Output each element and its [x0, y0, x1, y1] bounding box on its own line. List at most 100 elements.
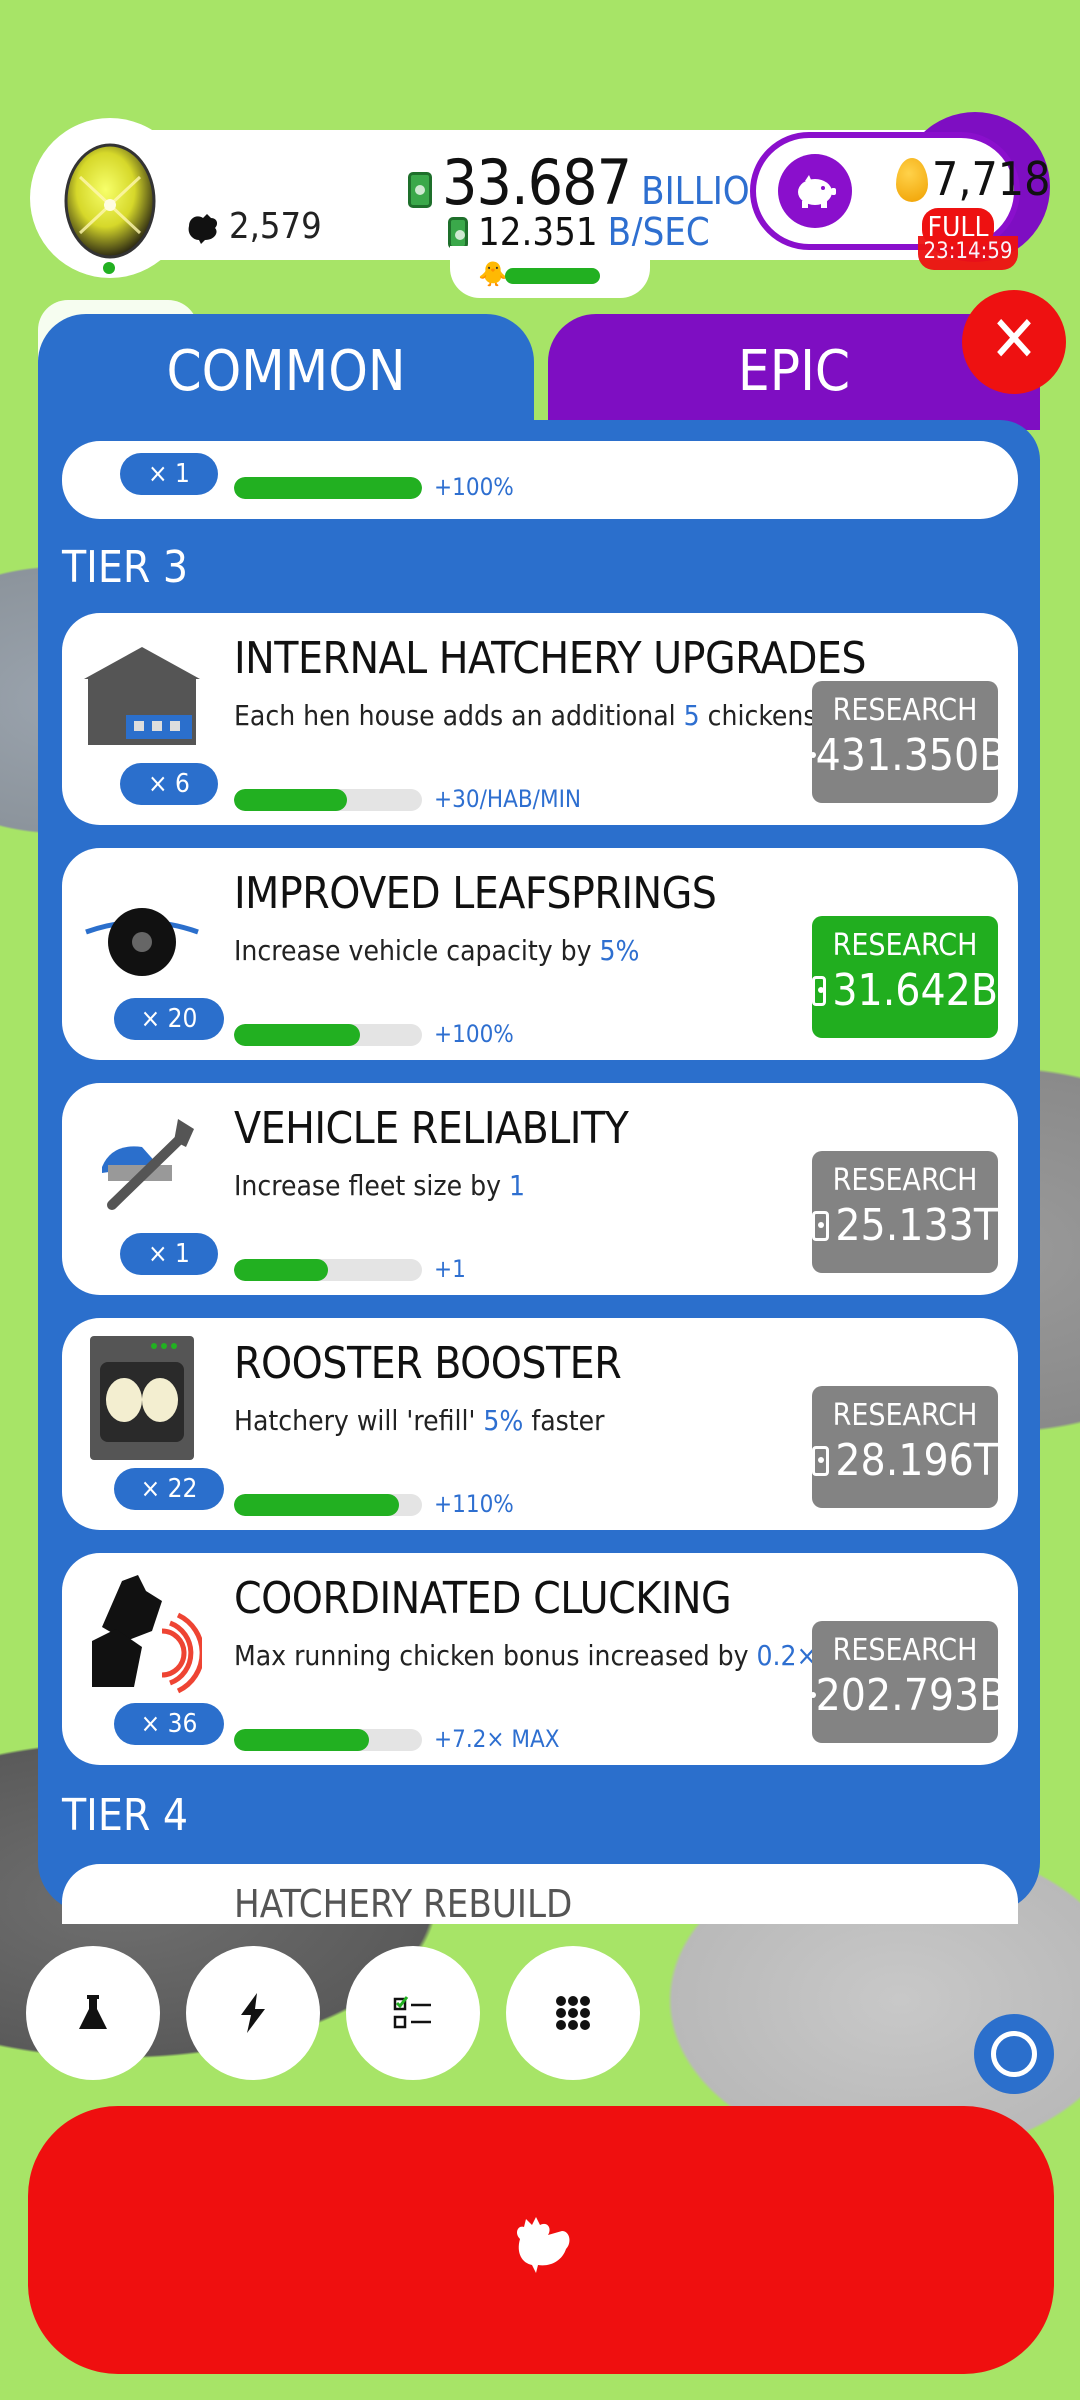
research-card-peek: HATCHERY REBUILD: [62, 1864, 1018, 1924]
research-card: × 22 ROOSTER BOOSTER Hatchery will 'refi…: [62, 1318, 1018, 1530]
golden-egg-icon: [896, 158, 928, 202]
contracts-ring-button[interactable]: [974, 2014, 1054, 2094]
cash-icon: [803, 1680, 816, 1711]
research-button-label: RESEARCH: [832, 693, 978, 728]
progress-bar: [234, 789, 422, 811]
desc-text: Hatchery will 'refill': [234, 1404, 484, 1437]
progress-bar: [234, 1024, 422, 1046]
hatch-chicken-button[interactable]: [28, 2106, 1054, 2374]
research-lab-button[interactable]: [26, 1946, 160, 2080]
research-price: 25.133T: [812, 1200, 998, 1251]
research-price: 31.642B: [812, 965, 998, 1016]
boosts-button[interactable]: [186, 1946, 320, 2080]
hen-house-icon: [82, 637, 202, 747]
bonus-text: +7.2× MAX: [434, 1725, 560, 1753]
desc-text: faster: [523, 1404, 605, 1437]
research-title: HATCHERY REBUILD: [234, 1882, 573, 1924]
desc-text: Each hen house adds an additional: [234, 699, 684, 732]
bonus-text: +100%: [434, 1020, 514, 1048]
research-button-label: RESEARCH: [832, 1633, 978, 1668]
golden-eggs-button[interactable]: 7,718 FULL: [750, 132, 1050, 250]
egg-status-dot: [103, 262, 115, 274]
tier-4-label: TIER 4: [62, 1790, 189, 1841]
tab-common[interactable]: COMMON: [38, 314, 534, 430]
piggy-bank-icon[interactable]: [778, 154, 852, 228]
wrench-truck-icon: [82, 1107, 202, 1217]
multiplier-badge: × 6: [120, 763, 218, 805]
research-title: IMPROVED LEAFSPRINGS: [234, 868, 717, 919]
desc-highlight: 5%: [483, 1404, 524, 1437]
current-egg-button[interactable]: [30, 118, 190, 278]
research-title: VEHICLE RELIABLITY: [234, 1103, 629, 1154]
checklist-icon: [393, 1996, 431, 2029]
desc-highlight: 0.2×: [756, 1639, 818, 1672]
research-button[interactable]: RESEARCH 25.133T: [812, 1151, 998, 1273]
lightning-icon: [241, 1993, 265, 2033]
top-bar: 2,579 33.687 BILLION 12.351 B/SEC 🐥 7,71…: [30, 112, 1050, 298]
research-title: ROOSTER BOOSTER: [234, 1338, 622, 1389]
progress-fill: [234, 789, 347, 811]
research-button-label: RESEARCH: [832, 1398, 978, 1433]
research-description: Max running chicken bonus increased by 0…: [234, 1639, 818, 1672]
cash-icon: [812, 1445, 830, 1476]
chicken-icon: [517, 2217, 570, 2273]
research-button[interactable]: RESEARCH 31.642B: [812, 916, 998, 1038]
bonus-text: +1: [434, 1255, 466, 1283]
desc-text: Max running chicken bonus increased by: [234, 1639, 757, 1672]
leafspring-wheel-icon: [82, 872, 202, 982]
close-button[interactable]: ✕: [962, 290, 1066, 394]
research-card: × 20 IMPROVED LEAFSPRINGS Increase vehic…: [62, 848, 1018, 1060]
missions-button[interactable]: [346, 1946, 480, 2080]
bonus-text: +100%: [434, 473, 514, 501]
research-button-label: RESEARCH: [832, 1163, 978, 1198]
incubator-icon: [82, 1336, 202, 1460]
research-card: × 36 COORDINATED CLUCKING Max running ch…: [62, 1553, 1018, 1765]
research-price: 431.350B: [803, 730, 1006, 781]
menu-grid-button[interactable]: [506, 1946, 640, 2080]
price-value: 431.350B: [815, 730, 1007, 781]
research-button[interactable]: RESEARCH 202.793B: [803, 1621, 1006, 1743]
multiplier-badge: × 1: [120, 1233, 218, 1275]
cash-icon: [448, 217, 468, 249]
flask-icon: [79, 1995, 107, 2029]
progress-fill: [234, 477, 422, 499]
desc-highlight: 5%: [599, 934, 640, 967]
cash-icon: [408, 172, 432, 208]
desc-text: Increase fleet size by: [234, 1169, 510, 1202]
research-button[interactable]: RESEARCH 28.196T: [812, 1386, 998, 1508]
cash-icon: [812, 975, 827, 1006]
chicken-icon: [188, 213, 218, 244]
progress-bar: [234, 1729, 422, 1751]
chick-icon: 🐥: [478, 260, 508, 288]
research-description: Increase vehicle capacity by 5%: [234, 934, 639, 967]
price-value: 202.793B: [815, 1670, 1007, 1721]
golden-egg-count: 7,718: [932, 152, 1051, 206]
progress-fill: [234, 1024, 360, 1046]
progress-bar: [234, 477, 422, 499]
research-title: INTERNAL HATCHERY UPGRADES: [234, 633, 867, 684]
research-card: × 1 VEHICLE RELIABLITY Increase fleet si…: [62, 1083, 1018, 1295]
desc-highlight: 5: [683, 699, 700, 732]
hab-capacity-bar: [505, 268, 600, 284]
multiplier-badge: × 20: [114, 998, 224, 1040]
progress-fill: [234, 1729, 370, 1751]
piggy-icon: [798, 175, 836, 208]
clucking-chickens-icon: [82, 1575, 205, 1694]
multiplier-badge: × 22: [114, 1468, 224, 1510]
cash-icon: [803, 740, 816, 771]
progress-fill: [234, 1259, 328, 1281]
research-price: 202.793B: [803, 1670, 1006, 1721]
price-value: 25.133T: [835, 1200, 998, 1251]
multiplier-badge: × 1: [120, 453, 218, 495]
ring-icon: [991, 2031, 1037, 2077]
piggy-timer-badge: 23:14:59: [918, 236, 1018, 270]
research-price: 28.196T: [812, 1435, 998, 1486]
research-description: Hatchery will 'refill' 5% faster: [234, 1404, 605, 1437]
price-value: 31.642B: [832, 965, 998, 1016]
bonus-text: +30/HAB/MIN: [434, 785, 582, 813]
research-description: Each hen house adds an additional 5 chic…: [234, 699, 873, 732]
research-card-partial: × 1 +100%: [62, 441, 1018, 519]
desc-text: Increase vehicle capacity by: [234, 934, 600, 967]
research-button[interactable]: RESEARCH 431.350B: [803, 681, 1006, 803]
research-description: Increase fleet size by 1: [234, 1169, 525, 1202]
